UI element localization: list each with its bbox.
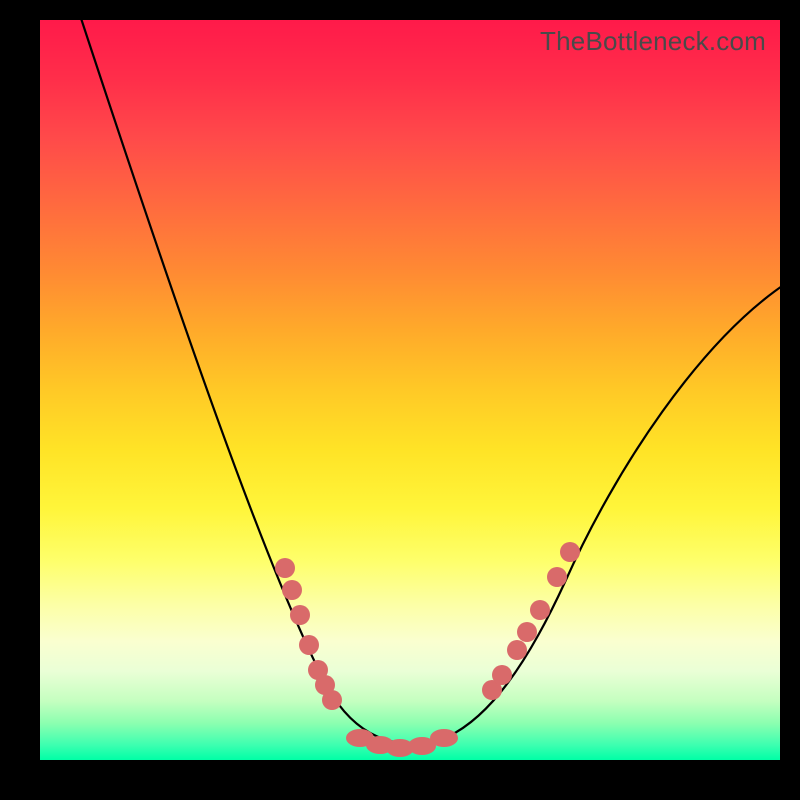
marker-dot — [560, 542, 580, 562]
bottleneck-curve — [75, 0, 788, 744]
chart-frame: TheBottleneck.com — [40, 20, 780, 760]
marker-dot — [507, 640, 527, 660]
marker-dot — [322, 690, 342, 710]
marker-dot — [282, 580, 302, 600]
data-markers — [275, 542, 580, 757]
marker-dot — [299, 635, 319, 655]
marker-dot — [517, 622, 537, 642]
marker-dot — [530, 600, 550, 620]
marker-dot — [290, 605, 310, 625]
marker-dot — [492, 665, 512, 685]
marker-dot — [275, 558, 295, 578]
marker-dot — [430, 729, 458, 747]
curve-svg — [40, 20, 780, 760]
marker-dot — [547, 567, 567, 587]
